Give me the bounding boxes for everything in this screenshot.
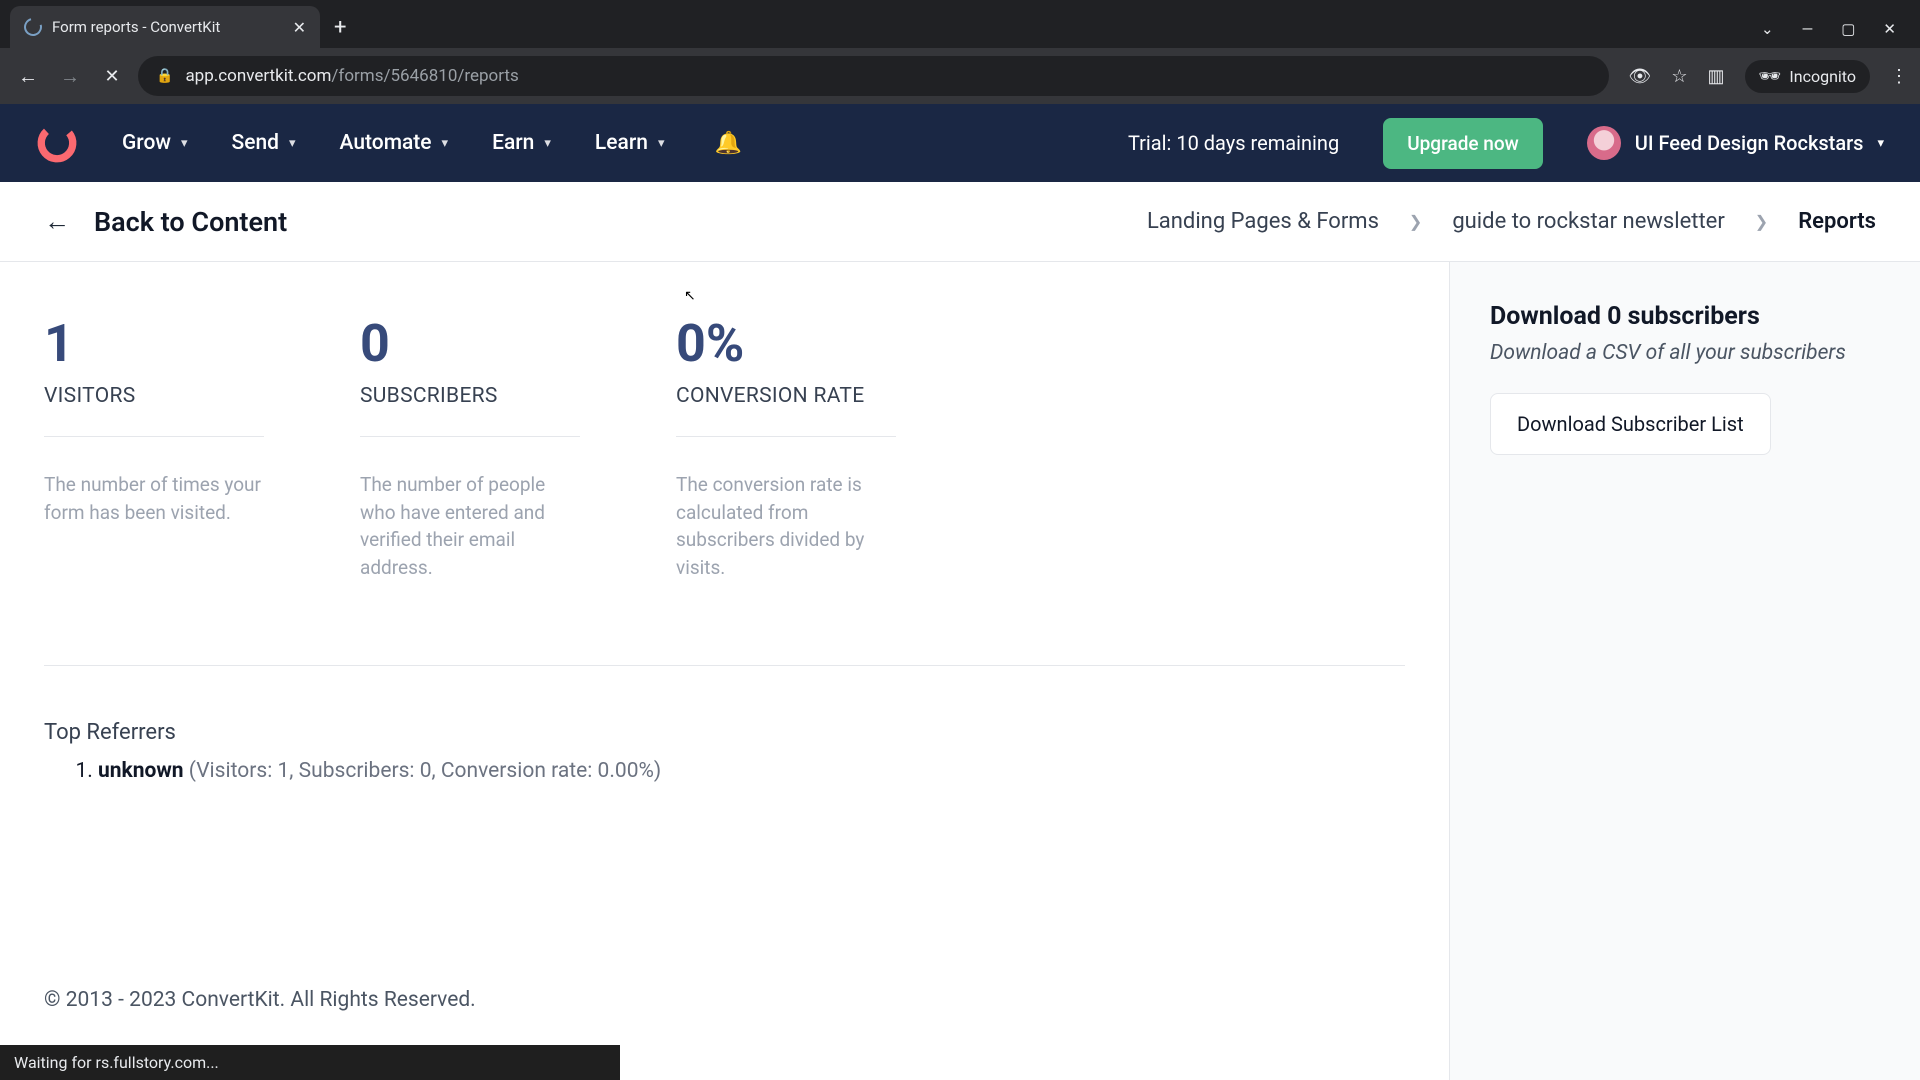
user-name: UI Feed Design Rockstars <box>1635 131 1864 155</box>
divider <box>44 436 264 437</box>
back-icon[interactable]: ← <box>12 64 44 89</box>
nav-earn[interactable]: Earn ▾ <box>492 131 551 155</box>
new-tab-button[interactable]: + <box>320 15 360 48</box>
stat-label: CONVERSION RATE <box>676 384 948 408</box>
footer-copyright: © 2013 - 2023 ConvertKit. All Rights Res… <box>44 988 476 1012</box>
nav-send-label: Send <box>232 131 280 155</box>
chevron-down-icon: ▾ <box>1877 136 1884 151</box>
crumb-landing-pages[interactable]: Landing Pages & Forms <box>1147 209 1379 234</box>
stat-description: The number of times your form has been v… <box>44 471 264 526</box>
referrer-name: unknown <box>98 759 184 783</box>
nav-earn-label: Earn <box>492 131 534 155</box>
chevron-down-icon: ▾ <box>442 136 449 151</box>
maximize-icon[interactable]: ▢ <box>1841 20 1855 38</box>
stat-label: SUBSCRIBERS <box>360 384 632 408</box>
back-label: Back to Content <box>94 206 287 238</box>
convertkit-logo[interactable] <box>36 122 78 164</box>
notifications-icon[interactable]: 🔔 <box>714 131 741 156</box>
main-content: 1 VISITORS The number of times your form… <box>0 262 1450 1080</box>
incognito-icon: 🕶 <box>1759 66 1782 87</box>
sidebar-title: Download 0 subscribers <box>1490 302 1880 331</box>
kebab-menu-icon[interactable]: ⋮ <box>1890 66 1908 87</box>
minimize-icon[interactable]: ― <box>1802 20 1814 38</box>
trial-status: Trial: 10 days remaining <box>1128 131 1339 155</box>
top-referrers: Top Referrers unknown (Visitors: 1, Subs… <box>44 720 1405 783</box>
chevron-down-icon: ▾ <box>289 136 296 151</box>
divider <box>360 436 580 437</box>
lock-icon[interactable]: 🔒 <box>156 68 173 84</box>
incognito-label: Incognito <box>1789 67 1856 86</box>
toolbar-icons: 👁 ☆ ▥ 🕶 Incognito ⋮ <box>1629 60 1908 93</box>
tab-search-icon[interactable]: ⌄ <box>1761 20 1774 38</box>
stat-conversion-rate: 0% CONVERSION RATE The conversion rate i… <box>676 318 948 581</box>
avatar <box>1587 126 1621 160</box>
nav-send[interactable]: Send ▾ <box>232 131 296 155</box>
download-subscriber-list-button[interactable]: Download Subscriber List <box>1490 393 1771 455</box>
nav-automate[interactable]: Automate ▾ <box>340 131 449 155</box>
page-subheader: ← Back to Content Landing Pages & Forms … <box>0 182 1920 262</box>
status-bar: Waiting for rs.fullstory.com... <box>0 1045 620 1080</box>
url-text: app.convertkit.com/forms/5646810/reports <box>185 66 518 86</box>
stat-value: 0 <box>360 318 632 370</box>
chevron-right-icon: ❯ <box>1755 212 1768 231</box>
sidebar-subtitle: Download a CSV of all your subscribers <box>1490 341 1880 365</box>
browser-tab[interactable]: Form reports - ConvertKit ✕ <box>10 6 320 48</box>
close-window-icon[interactable]: ✕ <box>1883 20 1896 38</box>
browser-tab-strip: Form reports - ConvertKit ✕ + ⌄ ― ▢ ✕ <box>0 0 1920 48</box>
nav-grow[interactable]: Grow ▾ <box>122 131 188 155</box>
arrow-left-icon: ← <box>44 206 70 237</box>
page-body: 1 VISITORS The number of times your form… <box>0 262 1920 1080</box>
chevron-down-icon: ▾ <box>181 136 188 151</box>
stat-description: The number of people who have entered an… <box>360 471 580 581</box>
chevron-right-icon: ❯ <box>1409 212 1422 231</box>
browser-toolbar: ← → ✕ 🔒 app.convertkit.com/forms/5646810… <box>0 48 1920 104</box>
tab-favicon <box>21 15 46 40</box>
crumb-reports: Reports <box>1798 209 1876 234</box>
stat-subscribers: 0 SUBSCRIBERS The number of people who h… <box>360 318 632 581</box>
url-host: app.convertkit.com <box>185 66 331 86</box>
crumb-form-name[interactable]: guide to rockstar newsletter <box>1452 209 1724 234</box>
user-menu[interactable]: UI Feed Design Rockstars ▾ <box>1587 126 1884 160</box>
close-tab-icon[interactable]: ✕ <box>293 18 306 37</box>
window-controls: ⌄ ― ▢ ✕ <box>1761 20 1920 48</box>
side-panel-icon[interactable]: ▥ <box>1708 66 1725 87</box>
tab-title: Form reports - ConvertKit <box>52 18 283 36</box>
nav-automate-label: Automate <box>340 131 432 155</box>
breadcrumb: Landing Pages & Forms ❯ guide to rocksta… <box>1147 209 1876 234</box>
incognito-badge[interactable]: 🕶 Incognito <box>1745 60 1870 93</box>
chevron-down-icon: ▾ <box>658 136 665 151</box>
upgrade-button[interactable]: Upgrade now <box>1383 118 1543 169</box>
stats-row: 1 VISITORS The number of times your form… <box>44 318 1405 581</box>
nav-learn-label: Learn <box>595 131 648 155</box>
referrers-title: Top Referrers <box>44 720 1405 745</box>
app-navbar: Grow ▾ Send ▾ Automate ▾ Earn ▾ Learn ▾ 🔔 Tri… <box>0 104 1920 182</box>
tracking-blocked-icon[interactable]: 👁 <box>1629 66 1652 87</box>
chevron-down-icon: ▾ <box>544 136 551 151</box>
section-divider <box>44 665 1405 666</box>
url-path: /forms/5646810/reports <box>331 66 518 86</box>
referrer-meta: (Visitors: 1, Subscribers: 0, Conversion… <box>189 759 661 783</box>
stop-loading-icon[interactable]: ✕ <box>96 66 128 87</box>
divider <box>676 436 896 437</box>
address-bar[interactable]: 🔒 app.convertkit.com/forms/5646810/repor… <box>138 56 1609 96</box>
nav-grow-label: Grow <box>122 131 171 155</box>
stat-label: VISITORS <box>44 384 316 408</box>
stat-value: 1 <box>44 318 316 370</box>
download-sidebar: Download 0 subscribers Download a CSV of… <box>1450 262 1920 1080</box>
stat-description: The conversion rate is calculated from s… <box>676 471 896 581</box>
stat-value: 0% <box>676 318 948 370</box>
referrer-item: unknown (Visitors: 1, Subscribers: 0, Co… <box>98 759 1405 783</box>
stat-visitors: 1 VISITORS The number of times your form… <box>44 318 316 581</box>
back-to-content[interactable]: ← Back to Content <box>44 206 287 238</box>
bookmark-icon[interactable]: ☆ <box>1671 66 1687 87</box>
nav-learn[interactable]: Learn ▾ <box>595 131 665 155</box>
forward-icon: → <box>54 64 86 89</box>
